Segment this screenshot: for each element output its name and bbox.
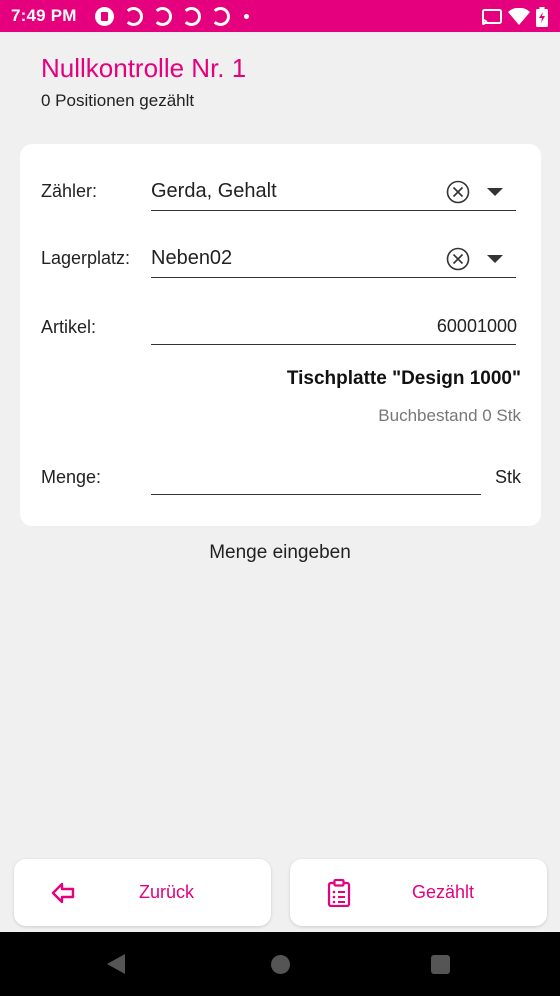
clear-location-icon[interactable] bbox=[446, 247, 470, 271]
notification-icons bbox=[95, 7, 249, 26]
sync-icon bbox=[124, 7, 143, 26]
location-label: Lagerplatz: bbox=[41, 248, 131, 268]
battery-icon bbox=[536, 7, 548, 27]
stock-text: Buchbestand 0 Stk bbox=[378, 406, 521, 425]
article-underline bbox=[151, 344, 516, 345]
arrow-left-icon bbox=[51, 882, 75, 904]
clear-counter-icon[interactable] bbox=[446, 180, 470, 204]
counted-button-label: Gezählt bbox=[412, 882, 475, 902]
more-notifications-dot-icon bbox=[244, 14, 249, 19]
system-navigation-bar bbox=[0, 932, 560, 996]
article-field[interactable]: 60001000 bbox=[437, 316, 517, 337]
wifi-icon bbox=[508, 8, 530, 25]
page-title: Nullkontrolle Nr. 1 bbox=[41, 53, 247, 83]
count-form-card: Zähler: Gerda, Gehalt Lagerplatz: Neben0… bbox=[20, 144, 541, 526]
quantity-label: Menge: bbox=[41, 467, 102, 487]
cast-icon bbox=[482, 9, 502, 25]
system-icons bbox=[482, 7, 548, 27]
quantity-underline bbox=[151, 494, 481, 495]
counter-field[interactable]: Gerda, Gehalt bbox=[151, 180, 277, 203]
counter-label: Zähler: bbox=[41, 181, 98, 201]
page-subtitle: 0 Positionen gezählt bbox=[41, 91, 195, 110]
counter-dropdown-icon[interactable] bbox=[486, 186, 504, 198]
quantity-input[interactable] bbox=[151, 466, 481, 492]
sync-icon bbox=[182, 7, 201, 26]
article-label: Artikel: bbox=[41, 317, 97, 337]
status-bar: 7:49 PM bbox=[0, 0, 560, 32]
counted-button[interactable]: Gezählt bbox=[290, 859, 547, 926]
app-notification-icon bbox=[95, 7, 114, 26]
product-name: Tischplatte "Design 1000" bbox=[286, 368, 521, 389]
counter-underline bbox=[151, 210, 516, 211]
location-underline bbox=[151, 277, 516, 278]
clipboard-list-icon bbox=[327, 879, 351, 907]
location-field[interactable]: Neben02 bbox=[151, 247, 232, 270]
nav-back-icon[interactable] bbox=[107, 954, 125, 974]
sync-icon bbox=[153, 7, 172, 26]
back-button[interactable]: Zurück bbox=[14, 859, 271, 926]
back-button-label: Zurück bbox=[139, 882, 195, 902]
nav-recents-icon[interactable] bbox=[431, 955, 450, 974]
quantity-unit: Stk bbox=[494, 467, 521, 487]
status-time: 7:49 PM bbox=[11, 6, 77, 25]
sync-icon bbox=[211, 7, 230, 26]
input-hint: Menge eingeben bbox=[209, 542, 351, 563]
location-dropdown-icon[interactable] bbox=[486, 253, 504, 265]
nav-home-icon[interactable] bbox=[271, 955, 290, 974]
